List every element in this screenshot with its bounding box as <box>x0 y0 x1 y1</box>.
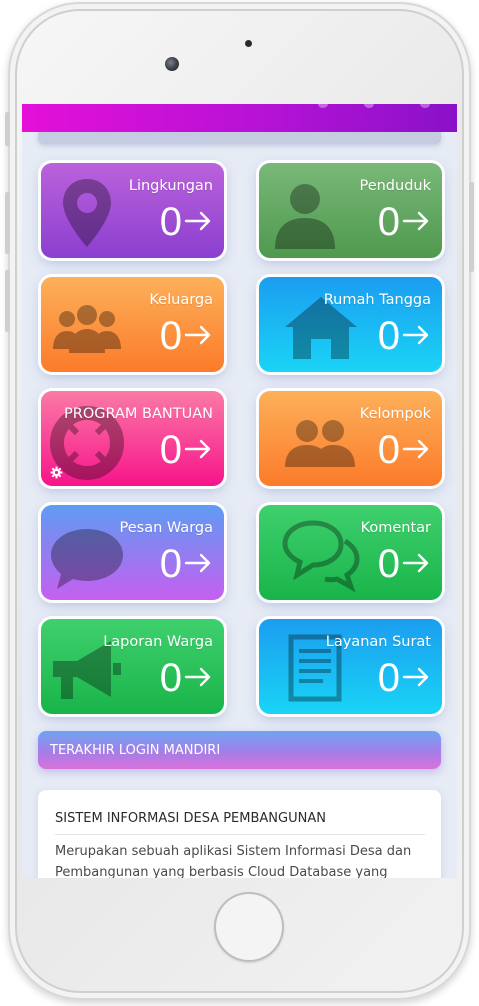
info-title: SISTEM INFORMASI DESA PEMBANGUNAN <box>55 811 326 826</box>
tile-count: 0 <box>159 428 182 472</box>
tile-label: Laporan Warga <box>103 634 213 650</box>
tile-label: PROGRAM BANTUAN <box>64 406 213 422</box>
tile-count: 0 <box>159 314 182 358</box>
arrow-right-icon <box>184 439 211 459</box>
tile-count: 0 <box>159 542 182 586</box>
info-body: Merupakan sebuah aplikasi Sistem Informa… <box>55 844 412 878</box>
tile-label: Kelompok <box>359 406 431 422</box>
arrow-right-icon <box>184 325 211 345</box>
info-card: SISTEM INFORMASI DESA PEMBANGUNAN Merupa… <box>38 790 441 878</box>
arrow-right-icon <box>402 325 429 345</box>
front-camera <box>165 57 179 71</box>
tile-count: 0 <box>377 428 400 472</box>
header-icon <box>420 104 430 108</box>
tile-label: Layanan Surat <box>325 634 431 650</box>
tile-label: Komentar <box>360 520 431 536</box>
tile-count: 0 <box>377 542 400 586</box>
arrow-right-icon <box>402 553 429 573</box>
tile-count: 0 <box>377 656 400 700</box>
chat-bubble-icon <box>47 515 127 595</box>
arrow-right-icon <box>402 667 429 687</box>
header-icon <box>318 104 328 108</box>
group-icon <box>47 287 127 367</box>
app-screen: Lingkungan 0 Penduduk 0 Keluarga 0 Rumah… <box>22 104 457 878</box>
tile-count: 0 <box>159 200 182 244</box>
app-header-bar <box>22 104 457 132</box>
arrow-right-icon <box>184 553 211 573</box>
divider <box>55 834 425 835</box>
earpiece-speaker <box>245 40 252 47</box>
map-pin-icon <box>47 173 127 253</box>
tile-rumah-tangga[interactable]: Rumah Tangga 0 <box>259 277 442 372</box>
arrow-right-icon <box>402 211 429 231</box>
tile-lingkungan[interactable]: Lingkungan 0 <box>41 163 224 258</box>
mute-switch <box>5 112 10 146</box>
volume-down-button <box>5 270 10 332</box>
arrow-right-icon <box>402 439 429 459</box>
tile-keluarga[interactable]: Keluarga 0 <box>41 277 224 372</box>
tile-penduduk[interactable]: Penduduk 0 <box>259 163 442 258</box>
tile-komentar[interactable]: Komentar 0 <box>259 505 442 600</box>
tile-label: Pesan Warga <box>119 520 213 536</box>
tile-program-bantuan[interactable]: PROGRAM BANTUAN 0 <box>41 391 224 486</box>
tile-label: Rumah Tangga <box>323 292 431 308</box>
tile-label: Penduduk <box>359 178 431 194</box>
home-button[interactable] <box>214 892 284 962</box>
power-button <box>469 182 474 272</box>
volume-up-button <box>5 192 10 254</box>
tile-count: 0 <box>377 200 400 244</box>
tile-laporan-warga[interactable]: Laporan Warga 0 <box>41 619 224 714</box>
tile-pesan-warga[interactable]: Pesan Warga 0 <box>41 505 224 600</box>
last-login-section[interactable]: TERAKHIR LOGIN MANDIRI <box>38 731 441 769</box>
tile-kelompok[interactable]: Kelompok 0 <box>259 391 442 486</box>
users-icon <box>279 401 359 481</box>
tile-label: Lingkungan <box>128 178 213 194</box>
tile-layanan-surat[interactable]: Layanan Surat 0 <box>259 619 442 714</box>
tile-label: Keluarga <box>149 292 213 308</box>
person-icon <box>265 173 345 253</box>
last-login-label: TERAKHIR LOGIN MANDIRI <box>50 743 221 758</box>
tile-count: 0 <box>377 314 400 358</box>
tile-count: 0 <box>159 656 182 700</box>
gear-icon[interactable] <box>50 466 63 479</box>
header-icon <box>364 104 374 108</box>
header-shadow-bar <box>38 132 441 144</box>
arrow-right-icon <box>184 667 211 687</box>
arrow-right-icon <box>184 211 211 231</box>
comments-icon <box>281 515 361 595</box>
